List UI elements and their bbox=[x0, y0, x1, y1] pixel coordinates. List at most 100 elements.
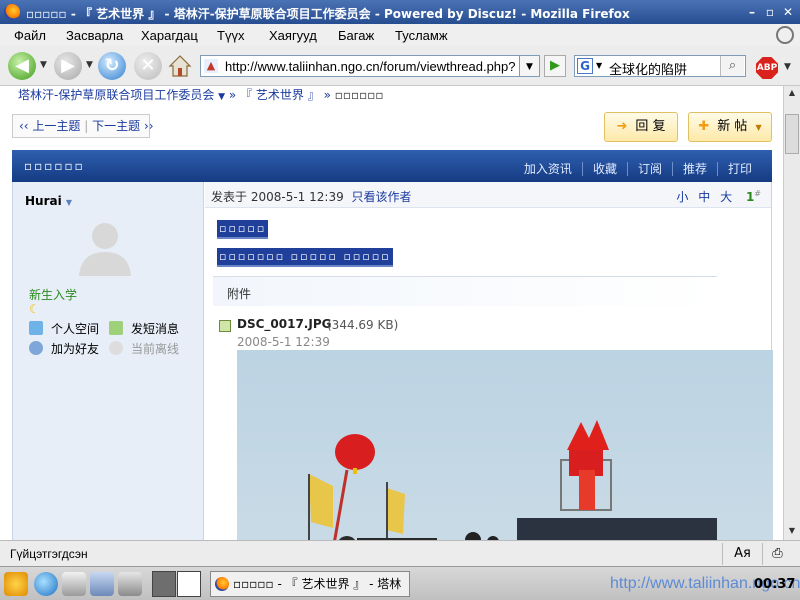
url-bar[interactable]: ▲ http://www.taliinhan.ngo.cn/forum/view… bbox=[200, 55, 520, 77]
subscribe-link[interactable]: 订阅 bbox=[626, 162, 672, 176]
go-button[interactable]: ▶ bbox=[544, 55, 566, 77]
desktop-2-button[interactable] bbox=[177, 571, 201, 597]
search-input[interactable]: 全球化的陷阱 bbox=[609, 59, 687, 78]
add-to-news-link[interactable]: 加入资讯 bbox=[514, 162, 582, 176]
font-large-link[interactable]: 大 bbox=[720, 190, 732, 204]
taskbar: ▫▫▫▫▫ - 『 艺术世界 』 - 塔林 http://www.taliinh… bbox=[0, 566, 800, 600]
engine-dropdown-icon[interactable]: ▼ bbox=[596, 61, 602, 70]
status-bar: Гүйцэтгэгдсэн Aя ⎙ bbox=[0, 540, 800, 566]
breadcrumb-forum-link[interactable]: 塔林汗-保护草原联合项目工作委员会 bbox=[18, 88, 214, 102]
favorite-link[interactable]: 收藏 bbox=[581, 162, 627, 176]
menu-history[interactable]: Түүх bbox=[217, 28, 244, 43]
plus-icon: ✚ bbox=[698, 119, 710, 134]
add-friend-link[interactable]: 加为好友 bbox=[29, 340, 99, 357]
add-friend-label: 加为好友 bbox=[51, 342, 100, 356]
prev-topic-link[interactable]: ‹‹ 上一主题 bbox=[19, 119, 80, 133]
reply-button[interactable]: ➜ 回 复 bbox=[604, 112, 678, 142]
topic-pager: ‹‹ 上一主题 | 下一主题 ›› bbox=[12, 114, 154, 138]
offline-status-label: 当前离线 bbox=[131, 342, 180, 356]
floor-mark: # bbox=[754, 189, 761, 198]
new-post-label: 新 帖 bbox=[717, 119, 748, 134]
menu-view[interactable]: Харагдац bbox=[141, 28, 198, 43]
send-message-link[interactable]: 发短消息 bbox=[109, 320, 179, 337]
maximize-icon[interactable]: ▫ bbox=[762, 4, 778, 20]
home-button[interactable] bbox=[168, 54, 192, 78]
forward-history-dropdown-icon[interactable]: ▼ bbox=[86, 60, 93, 70]
post-meta-bar: 发表于 2008-5-1 12:39 只看该作者 小 中 大 1# bbox=[205, 182, 771, 208]
minimize-icon[interactable]: – bbox=[744, 4, 760, 20]
vertical-scrollbar[interactable]: ▲ ▼ bbox=[783, 86, 800, 540]
back-button[interactable]: ◀ bbox=[8, 52, 36, 80]
post-meta: 发表于 2008-5-1 12:39 只看该作者 bbox=[211, 188, 412, 205]
url-text[interactable]: http://www.taliinhan.ngo.cn/forum/viewth… bbox=[225, 59, 519, 74]
site-favicon: ▲ bbox=[204, 59, 218, 73]
font-small-link[interactable]: 小 bbox=[676, 190, 688, 204]
post-subtitle: ▫▫▫▫▫▫▫ ▫▫▫▫▫ ▫▫▫▫▫ bbox=[217, 248, 393, 267]
new-post-button[interactable]: ✚ 新 帖 ▼ bbox=[688, 112, 772, 142]
file-manager-icon[interactable] bbox=[90, 572, 114, 596]
adblock-plus-button[interactable]: ABP bbox=[756, 57, 778, 79]
firefox-icon bbox=[4, 4, 20, 20]
personal-space-link[interactable]: 个人空间 bbox=[29, 320, 99, 337]
desktop-1-button[interactable] bbox=[152, 571, 176, 597]
forward-button[interactable]: ▶ bbox=[54, 52, 82, 80]
menu-tools[interactable]: Багаж bbox=[338, 28, 374, 43]
scroll-up-icon[interactable]: ▲ bbox=[784, 86, 800, 100]
menu-edit[interactable]: Засварла bbox=[66, 28, 123, 43]
author-name[interactable]: Hurai ▼ bbox=[25, 194, 72, 208]
mail-launcher-icon[interactable] bbox=[62, 572, 86, 596]
terminal-launcher-icon[interactable] bbox=[118, 572, 142, 596]
post-body: 发表于 2008-5-1 12:39 只看该作者 小 中 大 1# ▫▫▫▫▫ … bbox=[205, 182, 773, 540]
reload-button[interactable]: ↻ bbox=[98, 52, 126, 80]
throbber-icon bbox=[776, 26, 794, 44]
printer-icon[interactable]: ⎙ bbox=[762, 543, 792, 565]
window-title: ▫▫▫▫▫ - 『 艺术世界 』 - 塔林汗-保护草原联合项目工作委员会 - P… bbox=[26, 7, 630, 21]
scrollbar-thumb[interactable] bbox=[785, 114, 799, 154]
posted-time: 2008-5-1 12:39 bbox=[250, 190, 344, 204]
attachment-photo[interactable] bbox=[237, 350, 773, 540]
attachment-date: 2008-5-1 12:39 bbox=[237, 335, 330, 349]
author-name-text: Hurai bbox=[25, 194, 62, 208]
google-engine-icon[interactable]: G bbox=[577, 58, 593, 74]
menu-bookmarks[interactable]: Хаягууд bbox=[269, 28, 317, 43]
add-friend-icon bbox=[29, 341, 43, 355]
print-link[interactable]: 打印 bbox=[716, 162, 762, 176]
url-history-dropdown[interactable]: ▼ bbox=[520, 55, 540, 77]
personal-space-label: 个人空间 bbox=[51, 322, 100, 336]
search-button[interactable]: ⌕ bbox=[720, 56, 744, 76]
browser-launcher-icon[interactable] bbox=[34, 572, 58, 596]
font-medium-link[interactable]: 中 bbox=[698, 190, 710, 204]
post-controls: 小 中 大 1# bbox=[670, 188, 761, 205]
new-post-dropdown-icon[interactable]: ▼ bbox=[756, 123, 762, 132]
menu-bar: Файл Засварла Харагдац Түүх Хаягууд Бага… bbox=[0, 24, 800, 46]
avatar[interactable] bbox=[73, 216, 137, 276]
keyboard-layout-indicator[interactable]: Aя bbox=[722, 543, 762, 565]
menu-file[interactable]: Файл bbox=[14, 28, 46, 43]
attachment-file-link[interactable]: DSC_0017.JPG bbox=[237, 317, 331, 331]
next-topic-link[interactable]: 下一主题 ›› bbox=[92, 119, 153, 133]
attachment-file-size: (344.69 KB) bbox=[327, 318, 399, 332]
menu-help[interactable]: Тусламж bbox=[395, 28, 448, 43]
breadcrumb-dropdown-icon[interactable]: ▼ bbox=[218, 92, 225, 102]
stop-button[interactable]: ✕ bbox=[134, 52, 162, 80]
status-text: Гүйцэтгэгдсэн bbox=[10, 547, 88, 561]
go-arrow-icon: ▶ bbox=[550, 58, 560, 73]
thread-title: ▫▫▫▫▫▫ bbox=[24, 159, 85, 173]
scroll-down-icon[interactable]: ▼ bbox=[784, 524, 800, 538]
taskbar-firefox-window[interactable]: ▫▫▫▫▫ - 『 艺术世界 』 - 塔林 bbox=[210, 571, 410, 597]
recommend-link[interactable]: 推荐 bbox=[671, 162, 717, 176]
window-title-bar[interactable]: ▫▫▫▫▫ - 『 艺术世界 』 - 塔林汗-保护草原联合项目工作委员会 - P… bbox=[0, 0, 800, 24]
user-group: 新生入学 bbox=[29, 288, 78, 302]
close-icon[interactable]: ✕ bbox=[780, 4, 796, 20]
reply-arrow-icon: ➜ bbox=[616, 119, 628, 134]
clock[interactable]: 00:37 bbox=[754, 577, 795, 592]
author-menu-dropdown-icon[interactable]: ▼ bbox=[66, 198, 72, 207]
thread-tools: 加入资讯 收藏 订阅 推荐 打印 bbox=[514, 160, 762, 177]
back-history-dropdown-icon[interactable]: ▼ bbox=[40, 60, 47, 70]
kde-menu-icon[interactable] bbox=[4, 572, 28, 596]
breadcrumb-board-link[interactable]: 『 艺术世界 』 bbox=[240, 88, 320, 102]
adblock-dropdown-icon[interactable]: ▼ bbox=[784, 62, 791, 72]
only-author-link[interactable]: 只看该作者 bbox=[352, 190, 412, 204]
page-content: 塔林汗-保护草原联合项目工作委员会 ▼ » 『 艺术世界 』 » ▫▫▫▫▫▫ … bbox=[0, 86, 783, 540]
breadcrumb-separator: » bbox=[323, 88, 331, 102]
